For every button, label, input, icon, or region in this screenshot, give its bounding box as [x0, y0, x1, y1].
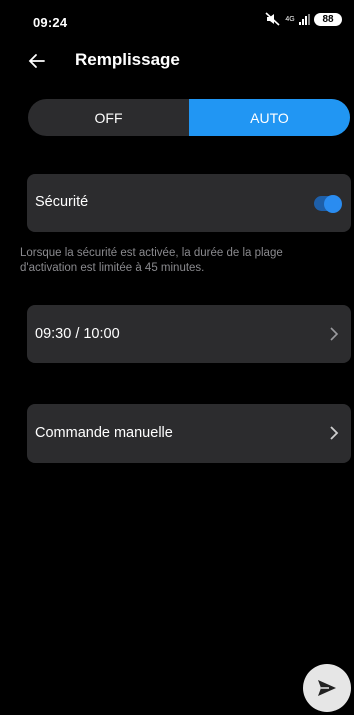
status-icons: 4G 88 — [265, 12, 342, 26]
send-button[interactable] — [303, 664, 351, 712]
battery-icon: 88 — [314, 12, 342, 26]
mode-segmented-control: OFF AUTO — [28, 99, 350, 136]
mode-auto-button[interactable]: AUTO — [189, 99, 350, 136]
mode-off-button[interactable]: OFF — [28, 99, 189, 136]
back-arrow-icon[interactable] — [28, 52, 46, 70]
toggle-knob — [324, 194, 342, 213]
signal-icon — [299, 13, 310, 25]
send-icon — [318, 680, 336, 696]
schedule-label: 09:30 / 10:00 — [35, 326, 120, 342]
security-label: Sécurité — [35, 194, 89, 210]
page-title: Remplissage — [75, 50, 180, 69]
security-card: Sécurité — [27, 174, 351, 232]
status-time: 09:24 — [33, 15, 68, 30]
app-header: Remplissage — [0, 44, 354, 78]
status-bar: 09:24 4G 88 — [0, 0, 354, 34]
mute-icon — [265, 12, 280, 26]
chevron-right-icon — [330, 426, 339, 440]
network-4g-icon: 4G — [285, 15, 295, 23]
security-helper-text: Lorsque la sécurité est activée, la duré… — [20, 247, 283, 274]
chevron-right-icon — [330, 327, 339, 341]
security-toggle[interactable] — [314, 194, 342, 213]
manual-command-label: Commande manuelle — [35, 425, 173, 441]
manual-command-row[interactable]: Commande manuelle — [27, 404, 351, 463]
schedule-row[interactable]: 09:30 / 10:00 — [27, 305, 351, 363]
